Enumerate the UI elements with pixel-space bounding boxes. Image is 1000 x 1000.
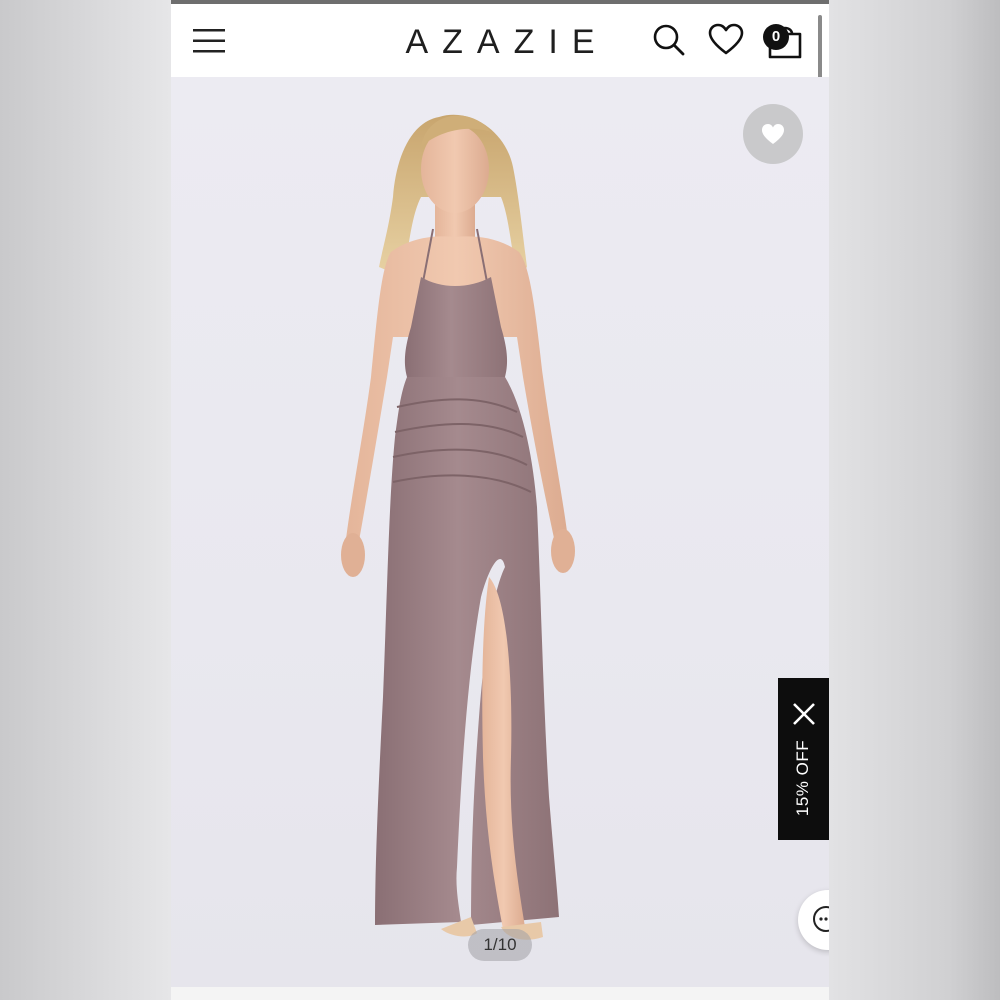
bottom-bar	[171, 987, 829, 1000]
heart-icon	[762, 124, 784, 144]
discount-tab[interactable]: 15% OFF	[778, 678, 829, 840]
wishlist-button[interactable]	[743, 104, 803, 164]
product-image[interactable]: 1/10	[171, 77, 829, 987]
heart-icon[interactable]	[708, 22, 744, 58]
search-icon[interactable]	[651, 22, 687, 58]
background-right	[829, 0, 1000, 1000]
background-left	[0, 0, 171, 1000]
phone-screen: AZAZIE 0 1/10 15% OFF	[171, 0, 829, 1000]
image-counter: 1/10	[468, 929, 532, 961]
site-header: AZAZIE 0	[171, 4, 829, 77]
model-photo-illustration	[341, 114, 575, 940]
discount-label[interactable]: 15% OFF	[793, 740, 813, 816]
chat-icon	[813, 906, 829, 932]
close-icon[interactable]	[791, 701, 817, 727]
cart-count-badge: 0	[763, 24, 789, 50]
